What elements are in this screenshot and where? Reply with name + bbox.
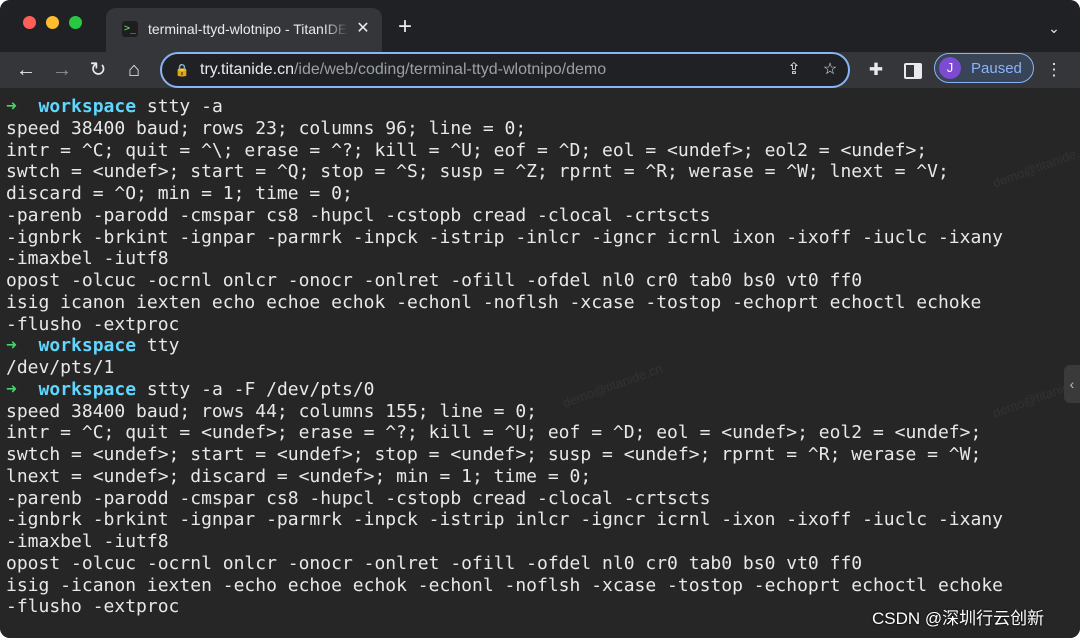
prompt-cwd: workspace <box>38 378 137 400</box>
minimize-window-button[interactable] <box>46 16 59 29</box>
terminal-output-line: lnext = <undef>; discard = <undef>; min … <box>6 465 592 487</box>
terminal-output-line: -flusho -extproc <box>6 596 180 618</box>
terminal-output-line: speed 38400 baud; rows 23; columns 96; l… <box>6 117 527 139</box>
address-bar[interactable]: 🔒 try.titanide.cn/ide/web/coding/termina… <box>160 52 850 88</box>
terminal-output-line: opost -olcuc -ocrnl onlcr -onocr -onlret… <box>6 552 863 574</box>
prompt-arrow-icon: ➜ <box>6 378 17 400</box>
terminal-output-line: -parenb -parodd -cmspar cs8 -hupcl -csto… <box>6 487 711 509</box>
terminal-output-line: -parenb -parodd -cmspar cs8 -hupcl -csto… <box>6 204 711 226</box>
terminal-icon: >_ <box>122 21 138 37</box>
terminal-output-line: -flusho -extproc <box>6 313 180 335</box>
terminal-output-line: swtch = <undef>; start = <undef>; stop =… <box>6 444 982 465</box>
side-panel-icon[interactable] <box>898 56 926 84</box>
terminal-output-line: discard = ^O; min = 1; time = 0; <box>6 183 353 204</box>
watermark: demo@titanide.cn <box>560 360 665 411</box>
prompt-command: stty -a <box>146 96 223 117</box>
url-text[interactable]: try.titanide.cn/ide/web/coding/terminal-… <box>200 60 760 80</box>
terminal-output-line: opost -olcuc -ocrnl onlcr -onocr -onlret… <box>6 270 863 291</box>
browser-toolbar: ← → ↻ ⌂ 🔒 try.titanide.cn/ide/web/coding… <box>0 52 1080 88</box>
prompt-cwd: workspace <box>38 96 137 117</box>
back-button[interactable]: ← <box>12 56 40 84</box>
terminal-prompt-line: ➜ workspace stty -a -F /dev/pts/0 <box>6 379 375 401</box>
terminal-output-line: speed 38400 baud; rows 44; columns 155; … <box>6 400 538 422</box>
menu-icon[interactable]: ⋮ <box>1040 56 1068 84</box>
tab-strip: >_ terminal-ttyd-wlotnipo - TitanIDE ✕ +… <box>0 0 1080 52</box>
terminal-output[interactable]: demo@titanide.cn demo@titanide.cn demo@t… <box>0 88 1080 638</box>
url-host: try.titanide.cn <box>200 61 294 78</box>
source-credit: CSDN @深圳行云创新 <box>872 609 1045 628</box>
terminal-prompt-line: ➜ workspace stty -a <box>6 96 223 118</box>
prompt-arrow-icon: ➜ <box>6 335 17 357</box>
reload-button[interactable]: ↻ <box>84 56 112 84</box>
prompt-arrow-icon: ➜ <box>6 96 17 117</box>
terminal-output-line: -imaxbel -iutf8 <box>6 248 169 270</box>
chevron-left-icon[interactable]: ‹ <box>1064 365 1080 403</box>
terminal-output-line: -imaxbel -iutf8 <box>6 531 169 552</box>
profile-button[interactable]: J Paused <box>934 53 1034 83</box>
close-window-button[interactable] <box>23 16 36 29</box>
chevron-down-icon[interactable]: ⌄ <box>1042 16 1066 40</box>
extensions-icon[interactable]: ✚ <box>862 56 890 84</box>
watermark: demo@titanide.cn <box>990 140 1080 191</box>
terminal-output-line: swtch = <undef>; start = ^Q; stop = ^S; … <box>6 161 949 183</box>
tab-title: terminal-ttyd-wlotnipo - TitanIDE <box>148 21 348 39</box>
terminal-output-line: -ignbrk -brkint -ignpar -parmrk -inpck -… <box>6 226 1003 248</box>
avatar: J <box>939 57 961 79</box>
tab-terminal[interactable]: >_ terminal-ttyd-wlotnipo - TitanIDE ✕ <box>106 8 382 52</box>
terminal-prompt-line: ➜ workspace tty <box>6 335 179 357</box>
terminal-output-line: intr = ^C; quit = <undef>; erase = ^?; k… <box>6 422 982 444</box>
prompt-command: stty -a -F /dev/pts/0 <box>146 378 375 400</box>
terminal-output-line: isig icanon iexten echo echoe echok -ech… <box>6 291 982 313</box>
terminal-output-line: isig -icanon iexten -echo echoe echok -e… <box>6 574 1003 596</box>
close-icon[interactable]: ✕ <box>352 18 374 40</box>
terminal-output-line: intr = ^C; quit = ^\; erase = ^?; kill =… <box>6 139 928 161</box>
zoom-window-button[interactable] <box>69 16 82 29</box>
url-path: /ide/web/coding/terminal-ttyd-wlotnipo/d… <box>293 61 607 78</box>
share-icon[interactable]: ⇪ <box>782 58 806 82</box>
side-panel-shape <box>904 63 922 79</box>
terminal-output-line: -ignbrk -brkint -ignpar -parmrk -inpck -… <box>6 509 1003 531</box>
browser-window: >_ terminal-ttyd-wlotnipo - TitanIDE ✕ +… <box>0 0 1080 638</box>
forward-button[interactable]: → <box>48 56 76 84</box>
prompt-cwd: workspace <box>38 335 137 357</box>
star-icon[interactable]: ☆ <box>818 58 842 82</box>
prompt-command: tty <box>146 335 180 357</box>
terminal-output-line: /dev/pts/1 <box>6 357 115 378</box>
home-button[interactable]: ⌂ <box>120 56 148 84</box>
lock-icon[interactable]: 🔒 <box>174 61 190 79</box>
new-tab-button[interactable]: + <box>392 14 418 40</box>
profile-status-label: Paused <box>971 60 1022 77</box>
